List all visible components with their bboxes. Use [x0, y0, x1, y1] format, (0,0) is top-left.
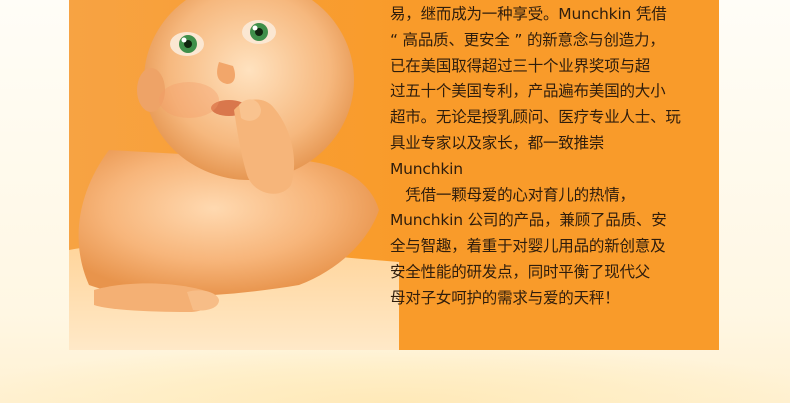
paragraph1-line: “ 高品质、更安全 ” 的新意念与创造力， [390, 30, 665, 49]
paragraph1-line: 易，继而成为一种享受。Munchkin 凭借 [390, 5, 667, 23]
paragraph2-line: 凭借一颗母爱的心对育儿的热情， [390, 185, 635, 204]
paragraph1-line: Munchkin [390, 159, 463, 178]
paragraph1-line: 过五十个美国专利，产品遍布美国的大小 [390, 82, 666, 101]
paragraph2-line: 母对子女呵护的需求与爱的天秤！ [390, 288, 620, 307]
brand-description: 易，继而成为一种享受。Munchkin 凭借 “ 高品质、更安全 ” 的新意念与… [390, 2, 708, 312]
brand-story-panel: 易，继而成为一种享受。Munchkin 凭借 “ 高品质、更安全 ” 的新意念与… [69, 0, 719, 350]
paragraph1-line: 超市。无论是授乳顾问、医疗专业人士、玩 [390, 108, 681, 127]
paragraph2-line: Munchkin 公司的产品，兼顾了品质、安 [390, 211, 667, 230]
paragraph1-line: 已在美国取得超过三十个业界奖项与超 [390, 56, 651, 75]
paragraph2-line: 安全性能的研发点，同时平衡了现代父 [390, 262, 651, 281]
bottom-glow [0, 350, 790, 403]
paragraph2-line: 全与智趣，着重于对婴儿用品的新创意及 [390, 237, 666, 256]
paragraph1-line: 具业专家以及家长，都一致推崇 [390, 133, 605, 152]
baby-photo [69, 0, 399, 350]
